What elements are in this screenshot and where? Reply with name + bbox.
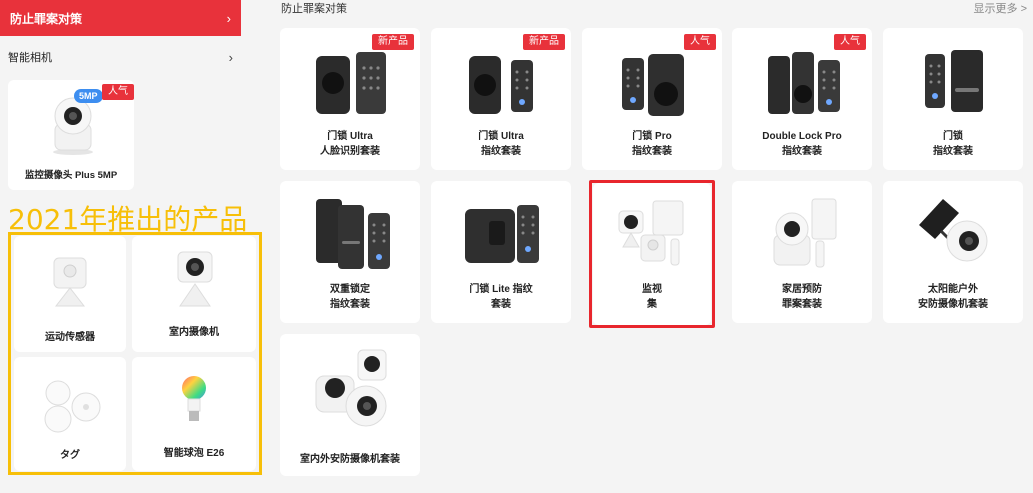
product-name: 监控摄像头 Plus 5MP [24, 170, 118, 181]
sidebar-item-active[interactable]: 防止罪案对策 › [0, 0, 241, 36]
door-lock-image [618, 48, 690, 122]
solar-camera-image [913, 195, 997, 265]
product-label-line2: 指纹套装 [632, 146, 672, 157]
product-card-solar-outdoor-camera[interactable]: 太阳能户外 安防摄像机套装 [883, 181, 1023, 323]
product-card-home-crime-prevention[interactable]: 家居预防 罪案套装 [732, 181, 872, 323]
product-card-double-lock-pro[interactable]: 人气 Double Lock Pro 指纹套装 [732, 28, 872, 170]
door-lock-image [766, 46, 844, 122]
highlight-box [589, 180, 715, 328]
product-label-line1: 门锁 Lite 指纹 [469, 284, 533, 295]
camera-image [38, 94, 108, 156]
product-label-line1: 双重锁定 [330, 284, 370, 295]
product-label-line1: Double Lock Pro [762, 131, 842, 142]
door-lock-image [312, 46, 392, 120]
product-label-line2: 罪案套装 [782, 299, 822, 310]
product-label-line1: 室内外安防摄像机套装 [300, 454, 400, 465]
badge-hot: 人气 [102, 84, 134, 100]
product-card-door-lock[interactable]: 门锁 指纹套装 [883, 28, 1023, 170]
product-label-line1: 家居预防 [782, 284, 822, 295]
chevron-right-icon: › [228, 49, 233, 65]
product-card-door-lock-pro[interactable]: 人气 门锁 Pro 指纹套装 [582, 28, 722, 170]
door-lock-image [312, 195, 392, 273]
badge-5mp: 5MP [74, 89, 103, 103]
product-label-line1: 门锁 Ultra [478, 131, 524, 142]
door-lock-image [461, 199, 543, 273]
product-card-double-lock[interactable]: 双重锁定 指纹套装 [280, 181, 420, 323]
sidebar-item-smart-camera[interactable]: 智能相机 › [0, 44, 241, 70]
product-label-line2: 指纹套装 [933, 146, 973, 157]
product-label-line2: 指纹套装 [782, 146, 822, 157]
product-card-indoor-outdoor-camera-set[interactable]: 室内外安防摄像机套装 [280, 334, 420, 476]
sidebar-active-label: 防止罪案对策 [10, 11, 83, 26]
product-label-line1: 太阳能户外 [928, 284, 978, 295]
chevron-right-icon: › [226, 10, 231, 26]
door-lock-image [465, 46, 541, 120]
product-card-door-lock-ultra-finger[interactable]: 新产品 门锁 Ultra 指纹套装 [431, 28, 571, 170]
product-card-door-lock-ultra-face[interactable]: 新产品 门锁 Ultra 人脸识别套装 [280, 28, 420, 170]
product-label-line2: 人脸识别套装 [320, 146, 380, 157]
product-label-line1: 门锁 Pro [632, 131, 672, 142]
product-label-line2: 指纹套装 [481, 146, 521, 157]
annotation-box [8, 232, 262, 475]
sidebar-item-label: 智能相机 [8, 52, 52, 64]
product-label-line1: 门锁 Ultra [327, 131, 373, 142]
door-lock-image [923, 48, 987, 118]
product-card-door-lock-lite[interactable]: 门锁 Lite 指纹 套装 [431, 181, 571, 323]
product-label-line2: 套装 [491, 299, 511, 310]
camera-set-image [310, 346, 394, 430]
home-set-image [768, 195, 840, 273]
show-more-link[interactable]: 显示更多 > [974, 0, 1027, 16]
product-label-line2: 安防摄像机套装 [918, 299, 988, 310]
sidebar-product-card[interactable]: 5MP 人气 监控摄像头 Plus 5MP [8, 80, 134, 190]
product-label-line1: 门锁 [943, 131, 963, 142]
section-title: 防止罪案对策 [281, 3, 347, 15]
product-label-line2: 指纹套装 [330, 299, 370, 310]
